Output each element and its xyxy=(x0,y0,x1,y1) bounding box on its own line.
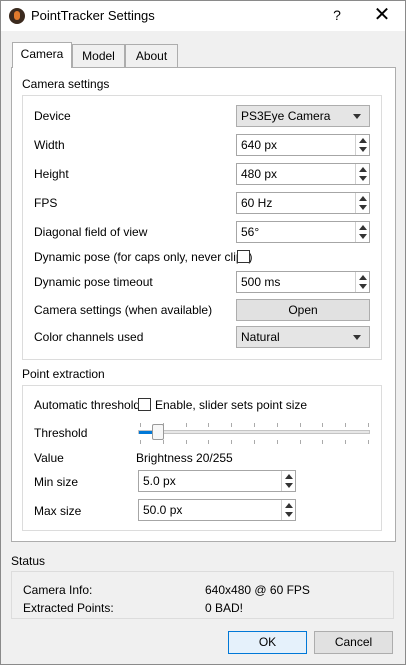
value-label: Value xyxy=(34,451,64,465)
slider-tick xyxy=(277,423,278,427)
device-label: Device xyxy=(34,109,71,123)
max-size-spin-buttons[interactable] xyxy=(281,500,295,520)
spin-up-icon xyxy=(285,503,293,508)
tab-model[interactable]: Model xyxy=(72,44,125,67)
spin-up-icon xyxy=(359,196,367,201)
auto-threshold-checkbox[interactable] xyxy=(138,398,151,411)
chevron-down-icon xyxy=(353,114,361,119)
slider-tick xyxy=(140,440,141,444)
auto-threshold-label: Automatic threshold xyxy=(34,398,141,412)
width-spin-buttons[interactable] xyxy=(355,135,369,155)
fps-spin-buttons[interactable] xyxy=(355,193,369,213)
tab-about[interactable]: About xyxy=(125,44,178,67)
min-size-spin-buttons[interactable] xyxy=(281,471,295,491)
width-value: 640 px xyxy=(241,138,278,152)
slider-tick xyxy=(186,423,187,427)
height-label: Height xyxy=(34,167,69,181)
slider-tick xyxy=(163,440,164,444)
app-icon xyxy=(9,8,25,24)
slider-tick xyxy=(345,423,346,427)
window-title: PointTracker Settings xyxy=(31,8,155,23)
slider-tick xyxy=(345,440,346,444)
threshold-slider-handle[interactable] xyxy=(152,424,164,440)
min-size-spinbox[interactable]: 5.0 px xyxy=(138,470,296,492)
dynamic-pose-checkbox[interactable] xyxy=(237,250,250,263)
max-size-spinbox[interactable]: 50.0 px xyxy=(138,499,296,521)
spin-up-icon xyxy=(359,167,367,172)
slider-tick xyxy=(254,440,255,444)
ok-button[interactable]: OK xyxy=(228,631,307,654)
spin-down-icon xyxy=(359,205,367,210)
slider-tick xyxy=(368,423,369,427)
max-size-label: Max size xyxy=(34,504,82,518)
fps-label: FPS xyxy=(34,196,58,210)
device-select[interactable]: PS3Eye Camera xyxy=(236,105,370,127)
height-spin-buttons[interactable] xyxy=(355,164,369,184)
slider-tick xyxy=(277,440,278,444)
slider-tick xyxy=(231,440,232,444)
width-spinbox[interactable]: 640 px xyxy=(236,134,370,156)
brightness-value: Brightness 20/255 xyxy=(136,451,233,465)
fov-spin-buttons[interactable] xyxy=(355,222,369,242)
slider-tick xyxy=(322,440,323,444)
fov-label: Diagonal field of view xyxy=(34,225,148,239)
dynamic-pose-timeout-spinbox[interactable]: 500 ms xyxy=(236,271,370,293)
color-channels-select[interactable]: Natural xyxy=(236,326,370,348)
height-spinbox[interactable]: 480 px xyxy=(236,163,370,185)
slider-tick xyxy=(231,423,232,427)
height-value: 480 px xyxy=(241,167,278,181)
help-button[interactable]: ? xyxy=(324,4,350,26)
fov-value: 56° xyxy=(241,225,260,239)
spin-up-icon xyxy=(359,275,367,280)
spin-up-icon xyxy=(285,474,293,479)
min-size-label: Min size xyxy=(34,475,79,489)
auto-threshold-checkbox-label[interactable]: Enable, slider sets point size xyxy=(155,398,307,412)
cancel-button[interactable]: Cancel xyxy=(314,631,393,654)
spin-down-icon xyxy=(359,284,367,289)
extracted-points-label: Extracted Points: xyxy=(23,601,114,615)
camera-info-label: Camera Info: xyxy=(23,583,93,597)
status-title: Status xyxy=(11,554,46,568)
slider-tick xyxy=(208,423,209,427)
camera-settings-title: Camera settings xyxy=(22,77,110,91)
dynamic-pose-timeout-value: 500 ms xyxy=(241,275,281,289)
fps-value: 60 Hz xyxy=(241,196,273,210)
slider-tick xyxy=(208,440,209,444)
camera-settings-label: Camera settings (when available) xyxy=(34,303,213,317)
spin-up-icon xyxy=(359,138,367,143)
spin-down-icon xyxy=(285,483,293,488)
slider-tick xyxy=(254,423,255,427)
slider-tick xyxy=(300,440,301,444)
max-size-value: 50.0 px xyxy=(143,503,183,517)
min-size-value: 5.0 px xyxy=(143,474,176,488)
slider-tick xyxy=(300,423,301,427)
timeout-spin-buttons[interactable] xyxy=(355,272,369,292)
tab-camera[interactable]: Camera xyxy=(12,42,72,68)
color-channels-label: Color channels used xyxy=(34,330,144,344)
chevron-down-icon xyxy=(353,335,361,340)
spin-up-icon xyxy=(359,225,367,230)
extracted-points-value: 0 BAD! xyxy=(205,601,244,615)
slider-tick xyxy=(140,423,141,427)
slider-tick xyxy=(368,440,369,444)
open-camera-settings-button[interactable]: Open xyxy=(236,299,370,321)
spin-down-icon xyxy=(359,147,367,152)
close-button[interactable]: ✕ xyxy=(365,2,399,28)
slider-tick xyxy=(186,440,187,444)
threshold-slider-track[interactable] xyxy=(138,430,370,434)
spin-down-icon xyxy=(359,176,367,181)
dynamic-pose-timeout-label: Dynamic pose timeout xyxy=(34,275,153,289)
threshold-label: Threshold xyxy=(34,426,88,440)
dynamic-pose-label: Dynamic pose (for caps only, never clips… xyxy=(34,250,253,264)
color-channels-value: Natural xyxy=(241,330,280,344)
fov-spinbox[interactable]: 56° xyxy=(236,221,370,243)
spin-down-icon xyxy=(359,234,367,239)
device-value: PS3Eye Camera xyxy=(241,109,331,123)
camera-info-value: 640x480 @ 60 FPS xyxy=(205,583,310,597)
width-label: Width xyxy=(34,138,65,152)
point-extraction-title: Point extraction xyxy=(22,367,105,381)
spin-down-icon xyxy=(285,512,293,517)
slider-tick xyxy=(322,423,323,427)
fps-spinbox[interactable]: 60 Hz xyxy=(236,192,370,214)
